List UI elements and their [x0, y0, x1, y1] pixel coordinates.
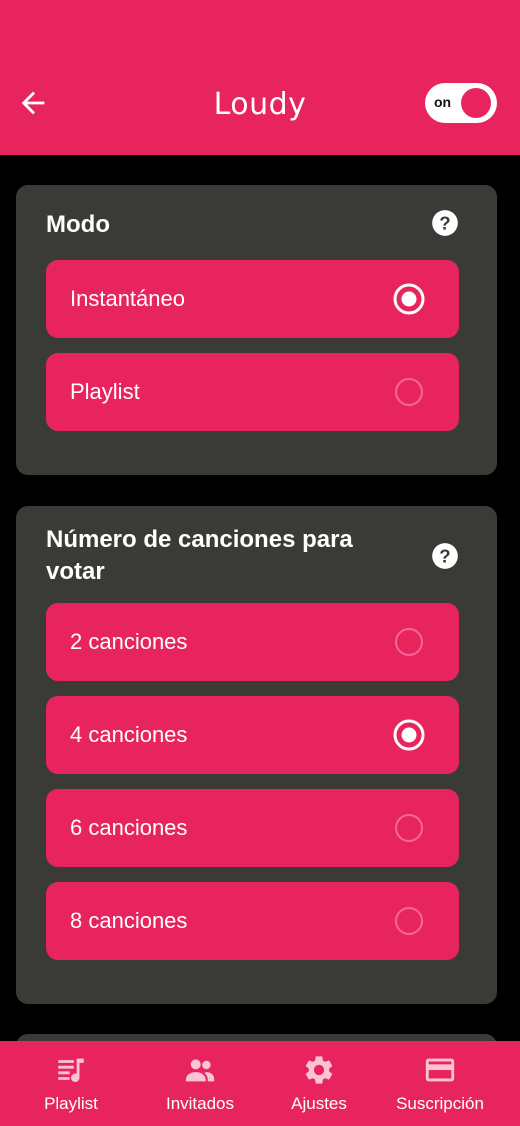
toggle-knob: [461, 88, 491, 118]
radio-checked-icon: [393, 283, 425, 315]
credit-card-icon: [425, 1058, 455, 1082]
option-instantaneo[interactable]: Instantáneo: [46, 260, 459, 338]
nav-item-playlist[interactable]: Playlist: [6, 1041, 136, 1126]
option-label: 2 canciones: [70, 629, 188, 654]
songs-count-title: Número de canciones para votar: [46, 526, 353, 585]
nav-label: Ajustes: [291, 1094, 347, 1113]
songs-count-card: Número de canciones para votar ? 2 canci…: [16, 506, 497, 1004]
nav-item-invitados[interactable]: Invitados: [135, 1041, 265, 1126]
radio-unchecked-icon: [395, 907, 423, 935]
app-header: Loudy on: [0, 0, 520, 155]
nav-label: Invitados: [165, 1094, 235, 1113]
playlist-icon: [58, 1058, 84, 1083]
mode-title: Modo: [46, 211, 110, 238]
mode-card: Modo ? Instantáneo Playlist: [16, 185, 497, 475]
option-6-canciones[interactable]: 6 canciones: [46, 789, 459, 867]
bottom-nav: Playlist Invitados Ajustes Suscripción: [0, 1041, 520, 1126]
nav-item-ajustes[interactable]: Ajustes: [254, 1041, 384, 1126]
option-4-canciones[interactable]: 4 canciones: [46, 696, 459, 774]
option-label: 4 canciones: [70, 722, 188, 747]
option-8-canciones[interactable]: 8 canciones: [46, 882, 459, 960]
radio-checked-icon: [393, 719, 425, 751]
gear-icon: [305, 1056, 333, 1084]
svg-text:?: ?: [439, 545, 450, 566]
radio-unchecked-icon: [395, 814, 423, 842]
option-label: 6 canciones: [70, 815, 188, 840]
toggle-label: on: [434, 94, 452, 110]
radio-unchecked-icon: [395, 378, 423, 406]
help-icon[interactable]: ?: [431, 542, 459, 570]
people-icon: [185, 1059, 215, 1082]
option-label: Instantáneo: [70, 286, 185, 311]
option-label: 8 canciones: [70, 908, 188, 933]
option-playlist[interactable]: Playlist: [46, 353, 459, 431]
option-label: Playlist: [70, 379, 140, 404]
nav-label: Suscripción: [396, 1094, 484, 1113]
nav-label: Playlist: [44, 1094, 98, 1113]
radio-unchecked-icon: [395, 628, 423, 656]
help-icon[interactable]: ?: [431, 209, 459, 237]
power-toggle[interactable]: on: [425, 83, 497, 123]
option-2-canciones[interactable]: 2 canciones: [46, 603, 459, 681]
svg-text:?: ?: [439, 212, 450, 233]
nav-item-suscripcion[interactable]: Suscripción: [375, 1041, 505, 1126]
